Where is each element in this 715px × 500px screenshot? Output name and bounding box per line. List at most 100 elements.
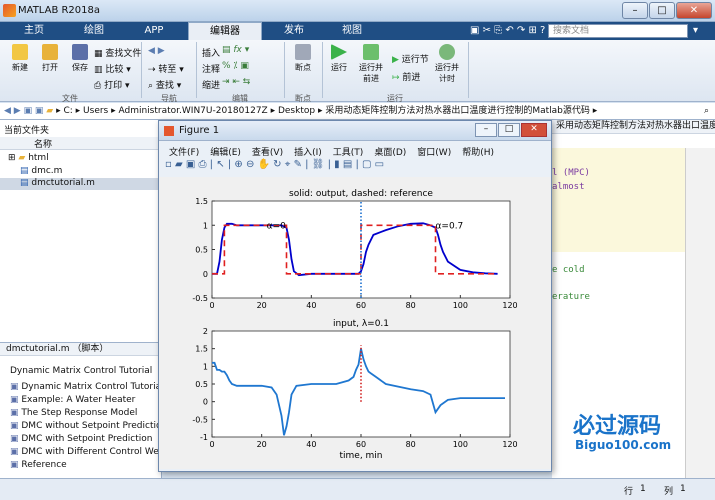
find-files-label: 查找文件: [105, 49, 142, 59]
figure-menu-item[interactable]: 窗口(W): [417, 145, 451, 158]
path-segment[interactable]: Administrator.WIN7U-20180127Z: [119, 106, 268, 116]
zoom-out-icon[interactable]: ⊖: [246, 159, 254, 170]
code-line[interactable]: e cold: [552, 265, 585, 275]
editor-tab[interactable]: 采用动态矩阵控制方法对热水器出口温度进行控制的Matlab源代码: [552, 120, 715, 134]
save-icon[interactable]: ▣: [186, 159, 195, 170]
tab-publish[interactable]: 发布: [268, 22, 320, 40]
list-item[interactable]: ⊞ ▰ html: [8, 153, 158, 163]
insert-button[interactable]: 插入: [202, 46, 220, 59]
close-button[interactable]: ✕: [676, 2, 712, 19]
data-cursor-icon[interactable]: ⌖: [285, 159, 291, 170]
pointer-icon[interactable]: ↖: [216, 159, 224, 170]
figure-menu-item[interactable]: 工具(T): [333, 145, 364, 158]
run-section-button[interactable]: ▶ 运行节: [392, 52, 429, 65]
indent-button[interactable]: 缩进: [202, 78, 220, 91]
legend-icon[interactable]: ▤: [343, 159, 352, 170]
advance-button[interactable]: ↦ 前进: [392, 70, 420, 83]
outline-title[interactable]: Dynamic Matrix Control Tutorial: [10, 366, 160, 376]
back-forward-icon[interactable]: ◀ ▶: [148, 46, 165, 56]
list-item[interactable]: ▤ dmc.m: [20, 166, 160, 176]
search-icon[interactable]: ⌕: [704, 103, 709, 119]
path-segment[interactable]: Desktop: [278, 106, 315, 116]
watermark-text: 必过源码: [573, 414, 662, 439]
print-icon[interactable]: ⎙: [199, 159, 207, 170]
dock-icon[interactable]: ▭: [375, 159, 384, 170]
link-icon[interactable]: ⛓: [312, 159, 325, 170]
brush-icon[interactable]: ✎: [294, 159, 302, 170]
tab-view[interactable]: 视图: [326, 22, 378, 40]
column-header[interactable]: 名称: [0, 137, 162, 150]
section-icon: ▣: [10, 434, 22, 444]
current-folder-address-bar[interactable]: ◀ ▶ ▣ ▣ ▰ ▸ C: ▸ Users ▸ Administrator.W…: [0, 103, 715, 120]
figure-menu-item[interactable]: 帮助(H): [462, 145, 494, 158]
outline-item[interactable]: ▣ Example: A Water Heater: [10, 395, 160, 408]
advance-icon: ↦: [392, 73, 403, 83]
figure-menu-item[interactable]: 插入(I): [294, 145, 322, 158]
outline-item[interactable]: ▣ Reference: [10, 460, 160, 473]
quick-access-toolbar[interactable]: ▣ ✂ ⎘ ↶ ↷ ⊞ ?: [470, 25, 545, 36]
line-number: 1: [640, 484, 646, 494]
search-documentation-input[interactable]: 搜索文档: [548, 24, 688, 38]
advance-label: 前进: [402, 73, 421, 83]
run-button[interactable]: 运行: [326, 44, 352, 73]
rotate-icon[interactable]: ↻: [273, 159, 281, 170]
save-button[interactable]: 保存: [66, 44, 94, 73]
open-button[interactable]: 打开: [36, 44, 64, 73]
path-segment[interactable]: C:: [63, 106, 72, 116]
folder-open-icon: [42, 44, 58, 60]
path-segment[interactable]: 采用动态矩阵控制方法对热水器出口温度进行控制的Matlab源代码: [325, 106, 590, 116]
nav-arrows-icon[interactable]: ◀ ▶ ▣ ▣: [4, 106, 46, 116]
print-button[interactable]: ⎙ 打印 ▾: [94, 78, 129, 91]
run-advance-button[interactable]: 运行并前进: [356, 44, 386, 84]
code-line[interactable]: l (MPC): [552, 168, 590, 178]
tab-plots[interactable]: 绘图: [68, 22, 120, 40]
figure-menu-item[interactable]: 桌面(D): [374, 145, 406, 158]
outline-item[interactable]: ▣ The Step Response Model: [10, 408, 160, 421]
find-button[interactable]: ⌕ 查找 ▾: [148, 78, 181, 91]
code-line[interactable]: erature: [552, 292, 590, 302]
colorbar-icon[interactable]: ▮: [334, 159, 340, 170]
maximize-button[interactable]: □: [498, 123, 520, 137]
code-line[interactable]: almost: [552, 182, 585, 192]
outline-label: Reference: [21, 460, 67, 470]
comment-button[interactable]: 注释: [202, 62, 220, 75]
maximize-button[interactable]: □: [649, 2, 675, 19]
goto-button[interactable]: ⇢ 转至 ▾: [148, 62, 184, 75]
find-files-button[interactable]: ▦ 查找文件: [94, 46, 141, 59]
figure-menu-item[interactable]: 编辑(E): [210, 145, 241, 158]
run-time-button[interactable]: 运行并计时: [432, 44, 462, 84]
outline-item[interactable]: ▣ DMC with Different Control We...: [10, 447, 160, 460]
path-segment[interactable]: Users: [83, 106, 108, 116]
open-icon[interactable]: ▰: [175, 159, 183, 170]
new-figure-icon[interactable]: ▫: [165, 159, 172, 170]
hide-tools-icon[interactable]: ▢: [362, 159, 371, 170]
tab-apps[interactable]: APP: [128, 22, 180, 40]
outline-item[interactable]: ▣ DMC without Setpoint Prediction: [10, 421, 160, 434]
minimize-button[interactable]: –: [475, 123, 497, 137]
figure-menu-item[interactable]: 文件(F): [169, 145, 199, 158]
compare-icon: ▥: [94, 65, 106, 75]
title-bar: MATLAB R2018a – □ ✕: [0, 0, 715, 22]
minimize-button[interactable]: –: [622, 2, 648, 19]
expand-icon[interactable]: ⊞: [8, 153, 18, 163]
pan-icon[interactable]: ✋: [258, 159, 270, 170]
details-header: dmctutorial.m （脚本）: [0, 342, 161, 356]
indent-icons[interactable]: ⇥ ⇤ ⇆: [222, 77, 250, 87]
tab-home[interactable]: 主页: [8, 22, 60, 40]
comment-icons[interactable]: % ⁒ ▣: [222, 61, 249, 71]
breakpoints-button[interactable]: 断点: [290, 44, 316, 73]
zoom-in-icon[interactable]: ⊕: [234, 159, 242, 170]
goto-icon: ⇢: [148, 65, 159, 75]
close-button[interactable]: ✕: [521, 123, 547, 137]
outline-item[interactable]: ▣ Dynamic Matrix Control Tutorial: [10, 382, 160, 395]
compare-button[interactable]: ▥ 比较 ▾: [94, 62, 131, 75]
x-tick-label: 80: [406, 440, 416, 449]
figure-toolbar[interactable]: ▫ ▰ ▣ ⎙ | ↖ | ⊕ ⊖ ✋ ↻ ⌖ ✎ | ⛓ | ▮ ▤ | ▢ …: [165, 159, 545, 175]
insert-icons[interactable]: ▤ fx ▾: [222, 45, 249, 55]
list-item-selected[interactable]: ▤ dmctutorial.m: [0, 178, 161, 190]
outline-item[interactable]: ▣ DMC with Setpoint Prediction: [10, 434, 160, 447]
new-button[interactable]: 新建: [6, 44, 34, 73]
filter-icon[interactable]: ▾: [693, 25, 698, 36]
tab-editor[interactable]: 编辑器: [188, 22, 262, 40]
figure-menu-item[interactable]: 查看(V): [252, 145, 283, 158]
